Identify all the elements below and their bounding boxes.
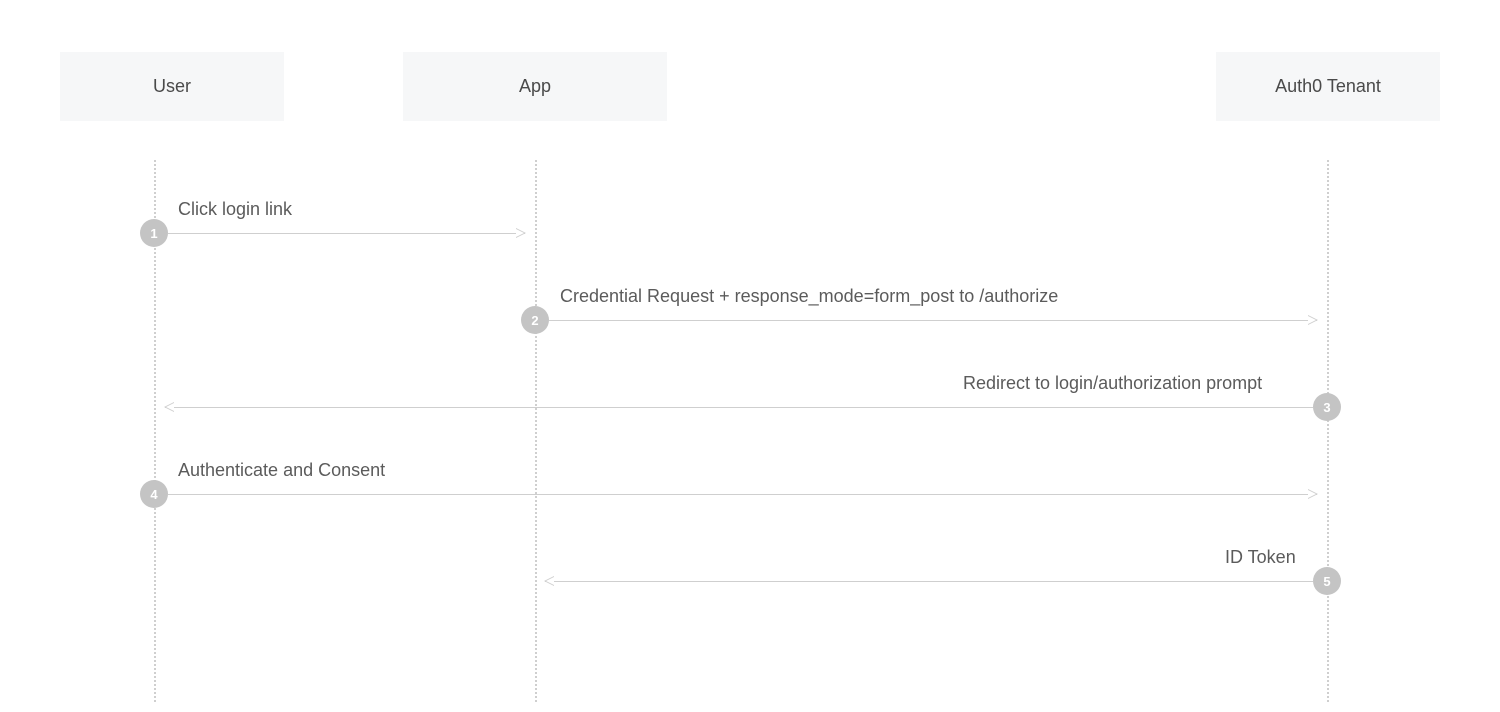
- lifeline-app: [535, 160, 537, 702]
- participant-app-label: App: [519, 76, 551, 96]
- arrow-head-left-icon: [164, 402, 174, 412]
- step-1-arrow: [168, 233, 525, 234]
- step-1-marker: 1: [140, 219, 168, 247]
- step-4-num: 4: [150, 487, 157, 502]
- step-3-marker: 3: [1313, 393, 1341, 421]
- participant-tenant-label: Auth0 Tenant: [1275, 76, 1381, 96]
- step-3-arrow: [165, 407, 1313, 408]
- step-1-label: Click login link: [178, 199, 292, 220]
- participant-tenant: Auth0 Tenant: [1216, 52, 1440, 121]
- step-2-marker: 2: [521, 306, 549, 334]
- arrow-head-right-icon: [516, 228, 526, 238]
- step-4-arrow: [168, 494, 1317, 495]
- step-4-label: Authenticate and Consent: [178, 460, 385, 481]
- step-5-arrow: [545, 581, 1313, 582]
- arrow-head-right-icon: [1308, 315, 1318, 325]
- step-5-marker: 5: [1313, 567, 1341, 595]
- step-5-num: 5: [1323, 574, 1330, 589]
- participant-app: App: [403, 52, 667, 121]
- participant-user-label: User: [153, 76, 191, 96]
- step-2-num: 2: [531, 313, 538, 328]
- participant-user: User: [60, 52, 284, 121]
- arrow-head-right-icon: [1308, 489, 1318, 499]
- step-5-label: ID Token: [1225, 547, 1296, 568]
- step-2-label: Credential Request + response_mode=form_…: [560, 286, 1058, 307]
- step-3-label: Redirect to login/authorization prompt: [963, 373, 1262, 394]
- sequence-diagram: User App Auth0 Tenant 1 Click login link…: [0, 0, 1500, 712]
- lifeline-tenant: [1327, 160, 1329, 702]
- step-2-arrow: [549, 320, 1317, 321]
- step-3-num: 3: [1323, 400, 1330, 415]
- step-1-num: 1: [150, 226, 157, 241]
- arrow-head-left-icon: [544, 576, 554, 586]
- step-4-marker: 4: [140, 480, 168, 508]
